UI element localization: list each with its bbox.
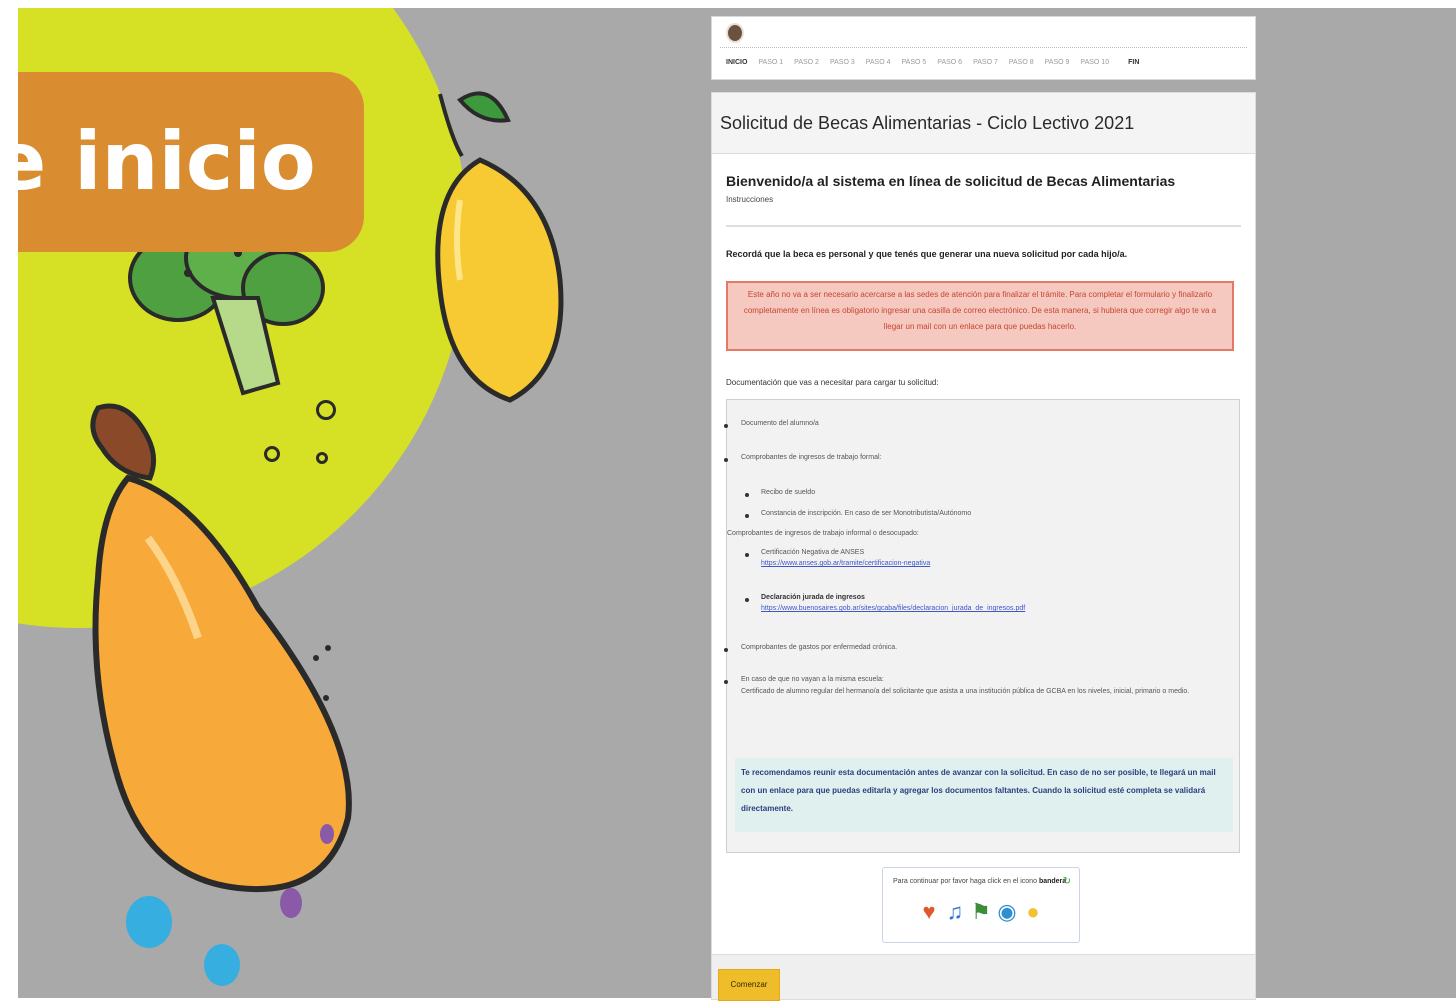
doc-item: Comprobantes de gastos por enfermedad cr… — [741, 644, 898, 651]
doc-item: En caso de que no vayan a la misma escue… — [741, 676, 884, 683]
decorative-artwork: e inicio — [18, 8, 668, 998]
step-list: INICIO PASO 1 PASO 2 PASO 3 PASO 4 PASO … — [726, 59, 1150, 66]
recommendation-note: Te recomendamos reunir esta documentació… — [735, 758, 1233, 832]
decor-dot — [316, 400, 336, 420]
music-note-icon[interactable]: ♫ — [945, 898, 965, 926]
step-7[interactable]: PASO 7 — [973, 59, 998, 66]
doc-item-detail: Certificado de alumno regular del herman… — [741, 688, 1190, 695]
doc-subitem: Declaración jurada de ingresos — [761, 594, 865, 601]
step-3[interactable]: PASO 3 — [830, 59, 855, 66]
step-progress-bar: INICIO PASO 1 PASO 2 PASO 3 PASO 4 PASO … — [711, 16, 1256, 80]
decor-dot-purple — [280, 888, 302, 918]
alert-box: Este año no va a ser necesario acercarse… — [726, 281, 1234, 351]
banner-title: e inicio — [18, 115, 316, 208]
decor-dot-blue — [126, 896, 172, 948]
decor-dot — [264, 446, 280, 462]
documents-list: Documento del alumno/a Comprobantes de i… — [724, 399, 1240, 853]
bullet — [745, 553, 749, 557]
step-1[interactable]: PASO 1 — [758, 59, 783, 66]
lemon-illustration — [435, 91, 564, 403]
declaracion-link[interactable]: https://www.buenosaires.gob.ar/sites/gca… — [761, 605, 1025, 612]
doc-item: Documento del alumno/a — [741, 420, 819, 427]
decor-dot-purple — [320, 824, 334, 844]
heart-icon[interactable]: ♥ — [919, 898, 939, 926]
step-fin[interactable]: FIN — [1128, 59, 1139, 66]
doc-subitem: Recibo de sueldo — [761, 489, 816, 496]
divider — [726, 225, 1241, 227]
doc-subitem: Constancia de inscripción. En caso de se… — [761, 510, 972, 517]
page-title: Solicitud de Becas Alimentarias - Ciclo … — [712, 93, 1255, 154]
icon-captcha: Para continuar por favor haga click en e… — [882, 867, 1080, 943]
start-button[interactable]: Comenzar — [718, 969, 780, 1001]
doc-subitem: Certificación Negativa de ANSES — [761, 549, 865, 556]
step-2[interactable]: PASO 2 — [794, 59, 819, 66]
card-footer: Comenzar — [712, 954, 1255, 1001]
bullet — [745, 598, 749, 602]
anses-link[interactable]: https://www.anses.gob.ar/tramite/certifi… — [761, 560, 930, 567]
refresh-icon[interactable]: ↻ — [1063, 876, 1071, 887]
bullet — [724, 648, 728, 652]
divider — [720, 47, 1247, 48]
bullet — [724, 424, 728, 428]
step-6[interactable]: PASO 6 — [937, 59, 962, 66]
step-4[interactable]: PASO 4 — [866, 59, 891, 66]
doc-item: Comprobantes de ingresos de trabajo info… — [727, 530, 919, 537]
step-inicio[interactable]: INICIO — [726, 59, 747, 66]
form-card: Solicitud de Becas Alimentarias - Ciclo … — [711, 92, 1256, 1001]
doc-item: Comprobantes de ingresos de trabajo form… — [741, 454, 882, 461]
step-5[interactable]: PASO 5 — [902, 59, 927, 66]
step-9[interactable]: PASO 9 — [1045, 59, 1070, 66]
captcha-prefix: Para continuar por favor haga click en e… — [893, 878, 1037, 885]
bullet — [745, 514, 749, 518]
decor-dot — [316, 452, 328, 464]
decor-dot-blue — [204, 944, 240, 986]
bullet — [724, 458, 728, 462]
instructions-label: Instrucciones — [726, 195, 774, 204]
clock-icon[interactable]: ◉ — [997, 898, 1017, 926]
papaya-illustration — [90, 403, 352, 893]
flag-icon[interactable]: ⚑ — [971, 898, 991, 926]
reminder-text: Recordá que la beca es personal y que te… — [726, 249, 1128, 259]
avatar — [726, 23, 744, 43]
form-panel: INICIO PASO 1 PASO 2 PASO 3 PASO 4 PASO … — [711, 16, 1256, 1001]
lightbulb-icon[interactable]: ● — [1023, 898, 1043, 926]
welcome-heading: Bienvenido/a al sistema en línea de soli… — [726, 173, 1176, 189]
captcha-instruction: Para continuar por favor haga click en e… — [893, 878, 1066, 885]
step-10[interactable]: PASO 10 — [1080, 59, 1109, 66]
documents-heading: Documentación que vas a necesitar para c… — [726, 378, 939, 387]
bullet — [745, 493, 749, 497]
step-8[interactable]: PASO 8 — [1009, 59, 1034, 66]
bullet — [724, 680, 728, 684]
captcha-options: ♥ ♫ ⚑ ◉ ● — [919, 898, 1043, 926]
